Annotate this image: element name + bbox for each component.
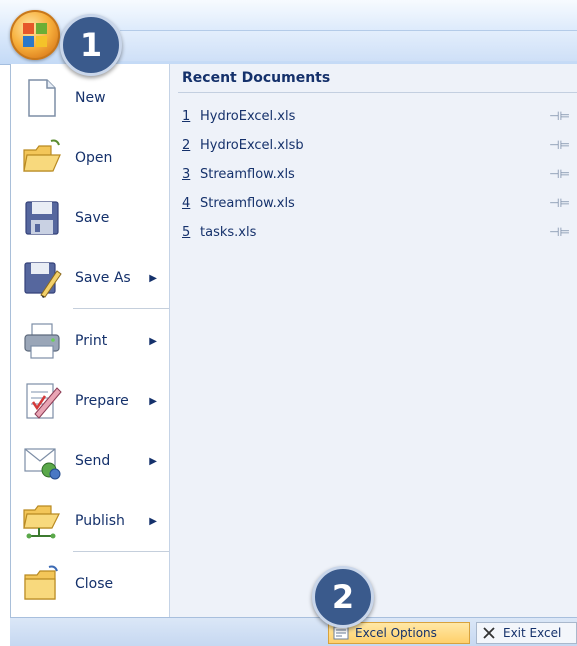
- recent-document-item[interactable]: 1 HydroExcel.xls ⊣⊨: [182, 104, 577, 128]
- pin-icon[interactable]: ⊣⊨: [546, 109, 577, 123]
- send-command[interactable]: Send ▶: [11, 433, 169, 489]
- ribbon-strip: [120, 30, 577, 61]
- exit-excel-label: Exit Excel: [503, 626, 562, 640]
- office-logo-icon: [23, 23, 47, 47]
- recent-document-number: 3: [182, 166, 191, 182]
- separator: [73, 551, 169, 552]
- open-label: Open: [75, 150, 113, 166]
- publish-icon: [23, 505, 60, 539]
- save-command[interactable]: Save: [11, 190, 169, 246]
- recent-documents-title: Recent Documents: [182, 70, 331, 86]
- recent-document-item[interactable]: 5 tasks.xls ⊣⊨: [182, 220, 577, 244]
- save-disk-icon: [25, 201, 59, 235]
- recent-document-number: 5: [182, 224, 191, 240]
- save-as-command[interactable]: Save As ▶: [11, 250, 169, 306]
- close-label: Close: [75, 576, 114, 592]
- recent-document-name: Streamflow.xls: [200, 195, 295, 211]
- separator: [73, 308, 169, 309]
- menu-bottom-bar: Excel Options Exit Excel: [10, 617, 577, 646]
- close-folder-icon: [24, 565, 58, 600]
- new-document-icon: [28, 79, 56, 117]
- exit-x-icon: [483, 627, 495, 639]
- print-submenu-arrow-icon: ▶: [149, 335, 157, 347]
- recent-document-number: 1: [182, 108, 191, 124]
- prepare-submenu-arrow-icon: ▶: [149, 395, 157, 407]
- callout-2: 2: [312, 566, 374, 628]
- office-menu: New Open Save Save As ▶ Print ▶ Prepare …: [10, 64, 577, 617]
- print-command[interactable]: Print ▶: [11, 313, 169, 369]
- exit-excel-button[interactable]: Exit Excel: [476, 622, 577, 644]
- publish-submenu-arrow-icon: ▶: [149, 515, 157, 527]
- publish-label: Publish: [75, 513, 125, 529]
- printer-icon: [24, 323, 60, 359]
- new-label: New: [75, 90, 106, 106]
- print-label: Print: [75, 333, 108, 349]
- save-label: Save: [75, 210, 110, 226]
- recent-document-name: HydroExcel.xlsb: [200, 137, 304, 153]
- callout-1: 1: [60, 14, 122, 76]
- recent-documents-rule: [178, 92, 577, 93]
- send-submenu-arrow-icon: ▶: [149, 455, 157, 467]
- recent-document-item[interactable]: 3 Streamflow.xls ⊣⊨: [182, 162, 577, 186]
- close-command[interactable]: Close: [11, 556, 169, 612]
- open-folder-icon: [23, 139, 61, 172]
- save-as-icon: [24, 262, 62, 298]
- open-command[interactable]: Open: [11, 130, 169, 186]
- prepare-label: Prepare: [75, 393, 129, 409]
- pin-icon[interactable]: ⊣⊨: [546, 138, 577, 152]
- new-command[interactable]: New: [11, 70, 169, 126]
- pin-icon[interactable]: ⊣⊨: [546, 167, 577, 181]
- office-button[interactable]: [10, 10, 60, 60]
- send-icon: [24, 448, 61, 480]
- recent-document-number: 4: [182, 195, 191, 211]
- prepare-icon: [26, 383, 62, 419]
- pin-icon[interactable]: ⊣⊨: [546, 225, 577, 239]
- recent-document-number: 2: [182, 137, 191, 153]
- pin-icon[interactable]: ⊣⊨: [546, 196, 577, 210]
- publish-command[interactable]: Publish ▶: [11, 493, 169, 549]
- recent-document-name: tasks.xls: [200, 224, 257, 240]
- recent-document-name: HydroExcel.xls: [200, 108, 296, 124]
- prepare-command[interactable]: Prepare ▶: [11, 373, 169, 429]
- save-as-label: Save As: [75, 270, 131, 286]
- save-as-submenu-arrow-icon: ▶: [149, 272, 157, 284]
- excel-options-label: Excel Options: [355, 626, 437, 640]
- recent-document-name: Streamflow.xls: [200, 166, 295, 182]
- recent-document-item[interactable]: 2 HydroExcel.xlsb ⊣⊨: [182, 133, 577, 157]
- command-list: New Open Save Save As ▶ Print ▶ Prepare …: [11, 64, 170, 617]
- recent-documents-pane: Recent Documents 1 HydroExcel.xls ⊣⊨ 2 H…: [170, 64, 577, 617]
- send-label: Send: [75, 453, 111, 469]
- recent-document-item[interactable]: 4 Streamflow.xls ⊣⊨: [182, 191, 577, 215]
